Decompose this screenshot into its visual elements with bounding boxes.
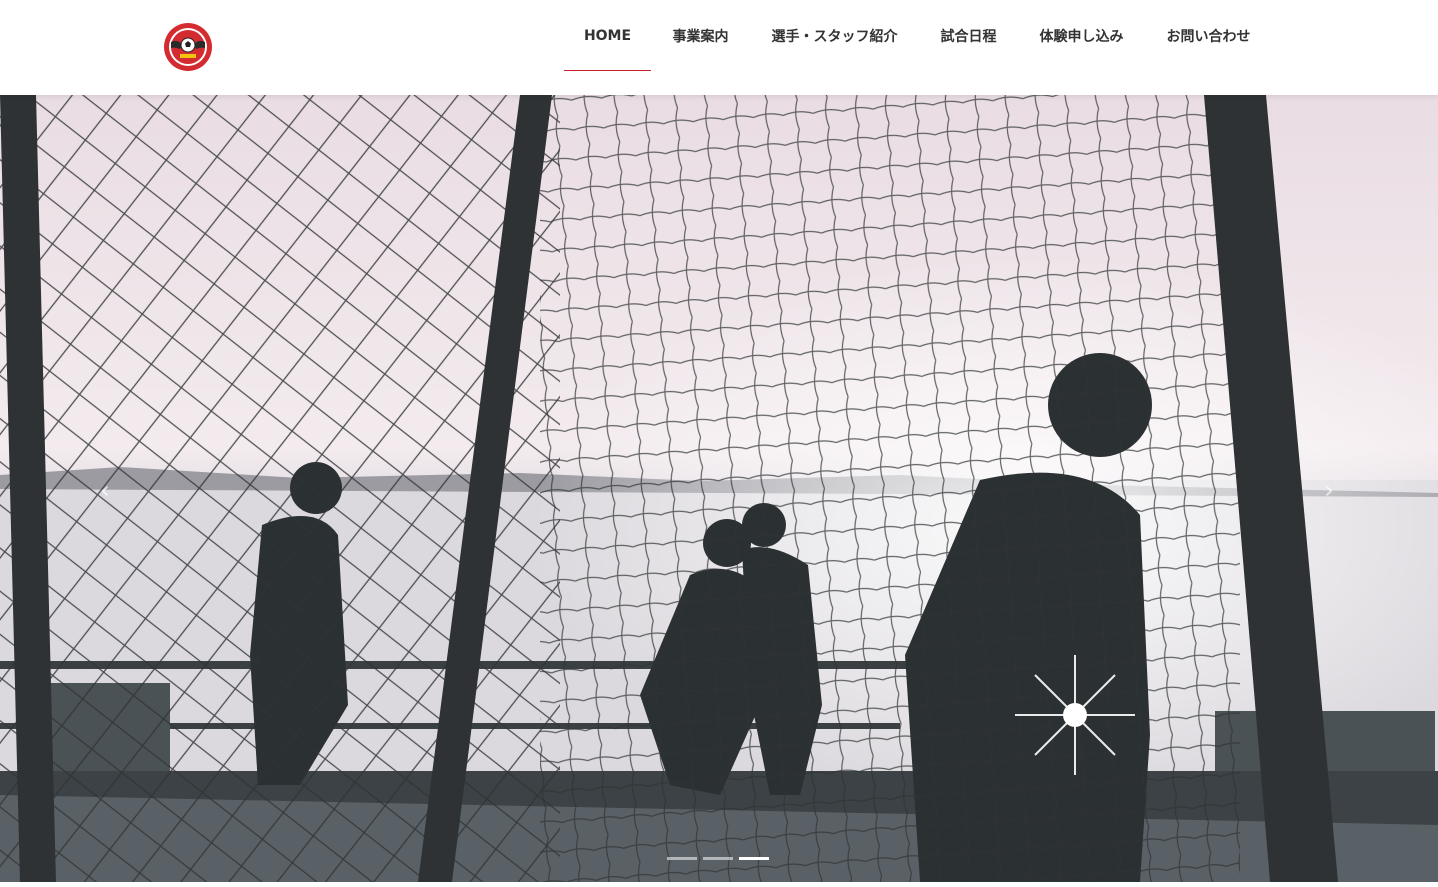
carousel-next-icon[interactable]: › <box>1314 475 1344 505</box>
carousel-prev-icon[interactable]: ‹ <box>90 475 120 505</box>
nav-item-players-staff[interactable]: 選手・スタッフ紹介 <box>750 0 919 71</box>
nav-item-home[interactable]: HOME <box>564 0 651 71</box>
nav-item-trial-signup[interactable]: 体験申し込み <box>1018 0 1145 71</box>
site-header: HOME 事業案内 選手・スタッフ紹介 試合日程 体験申し込み お問い合わせ <box>0 0 1438 95</box>
carousel-indicator-3[interactable] <box>739 857 769 860</box>
nav-item-schedule[interactable]: 試合日程 <box>919 0 1018 71</box>
nav-item-contact[interactable]: お問い合わせ <box>1145 0 1272 71</box>
nav-item-business[interactable]: 事業案内 <box>651 0 750 71</box>
carousel-indicator-1[interactable] <box>667 857 697 860</box>
page-bottom-strip <box>0 882 1438 887</box>
main-nav: HOME 事業案内 選手・スタッフ紹介 試合日程 体験申し込み お問い合わせ <box>564 0 1272 95</box>
hero-slide-image <box>0 95 1438 882</box>
hero-carousel: ‹ › <box>0 95 1438 882</box>
carousel-indicators <box>667 857 769 860</box>
carousel-indicator-2[interactable] <box>703 857 733 860</box>
team-crest-icon[interactable] <box>163 22 213 72</box>
